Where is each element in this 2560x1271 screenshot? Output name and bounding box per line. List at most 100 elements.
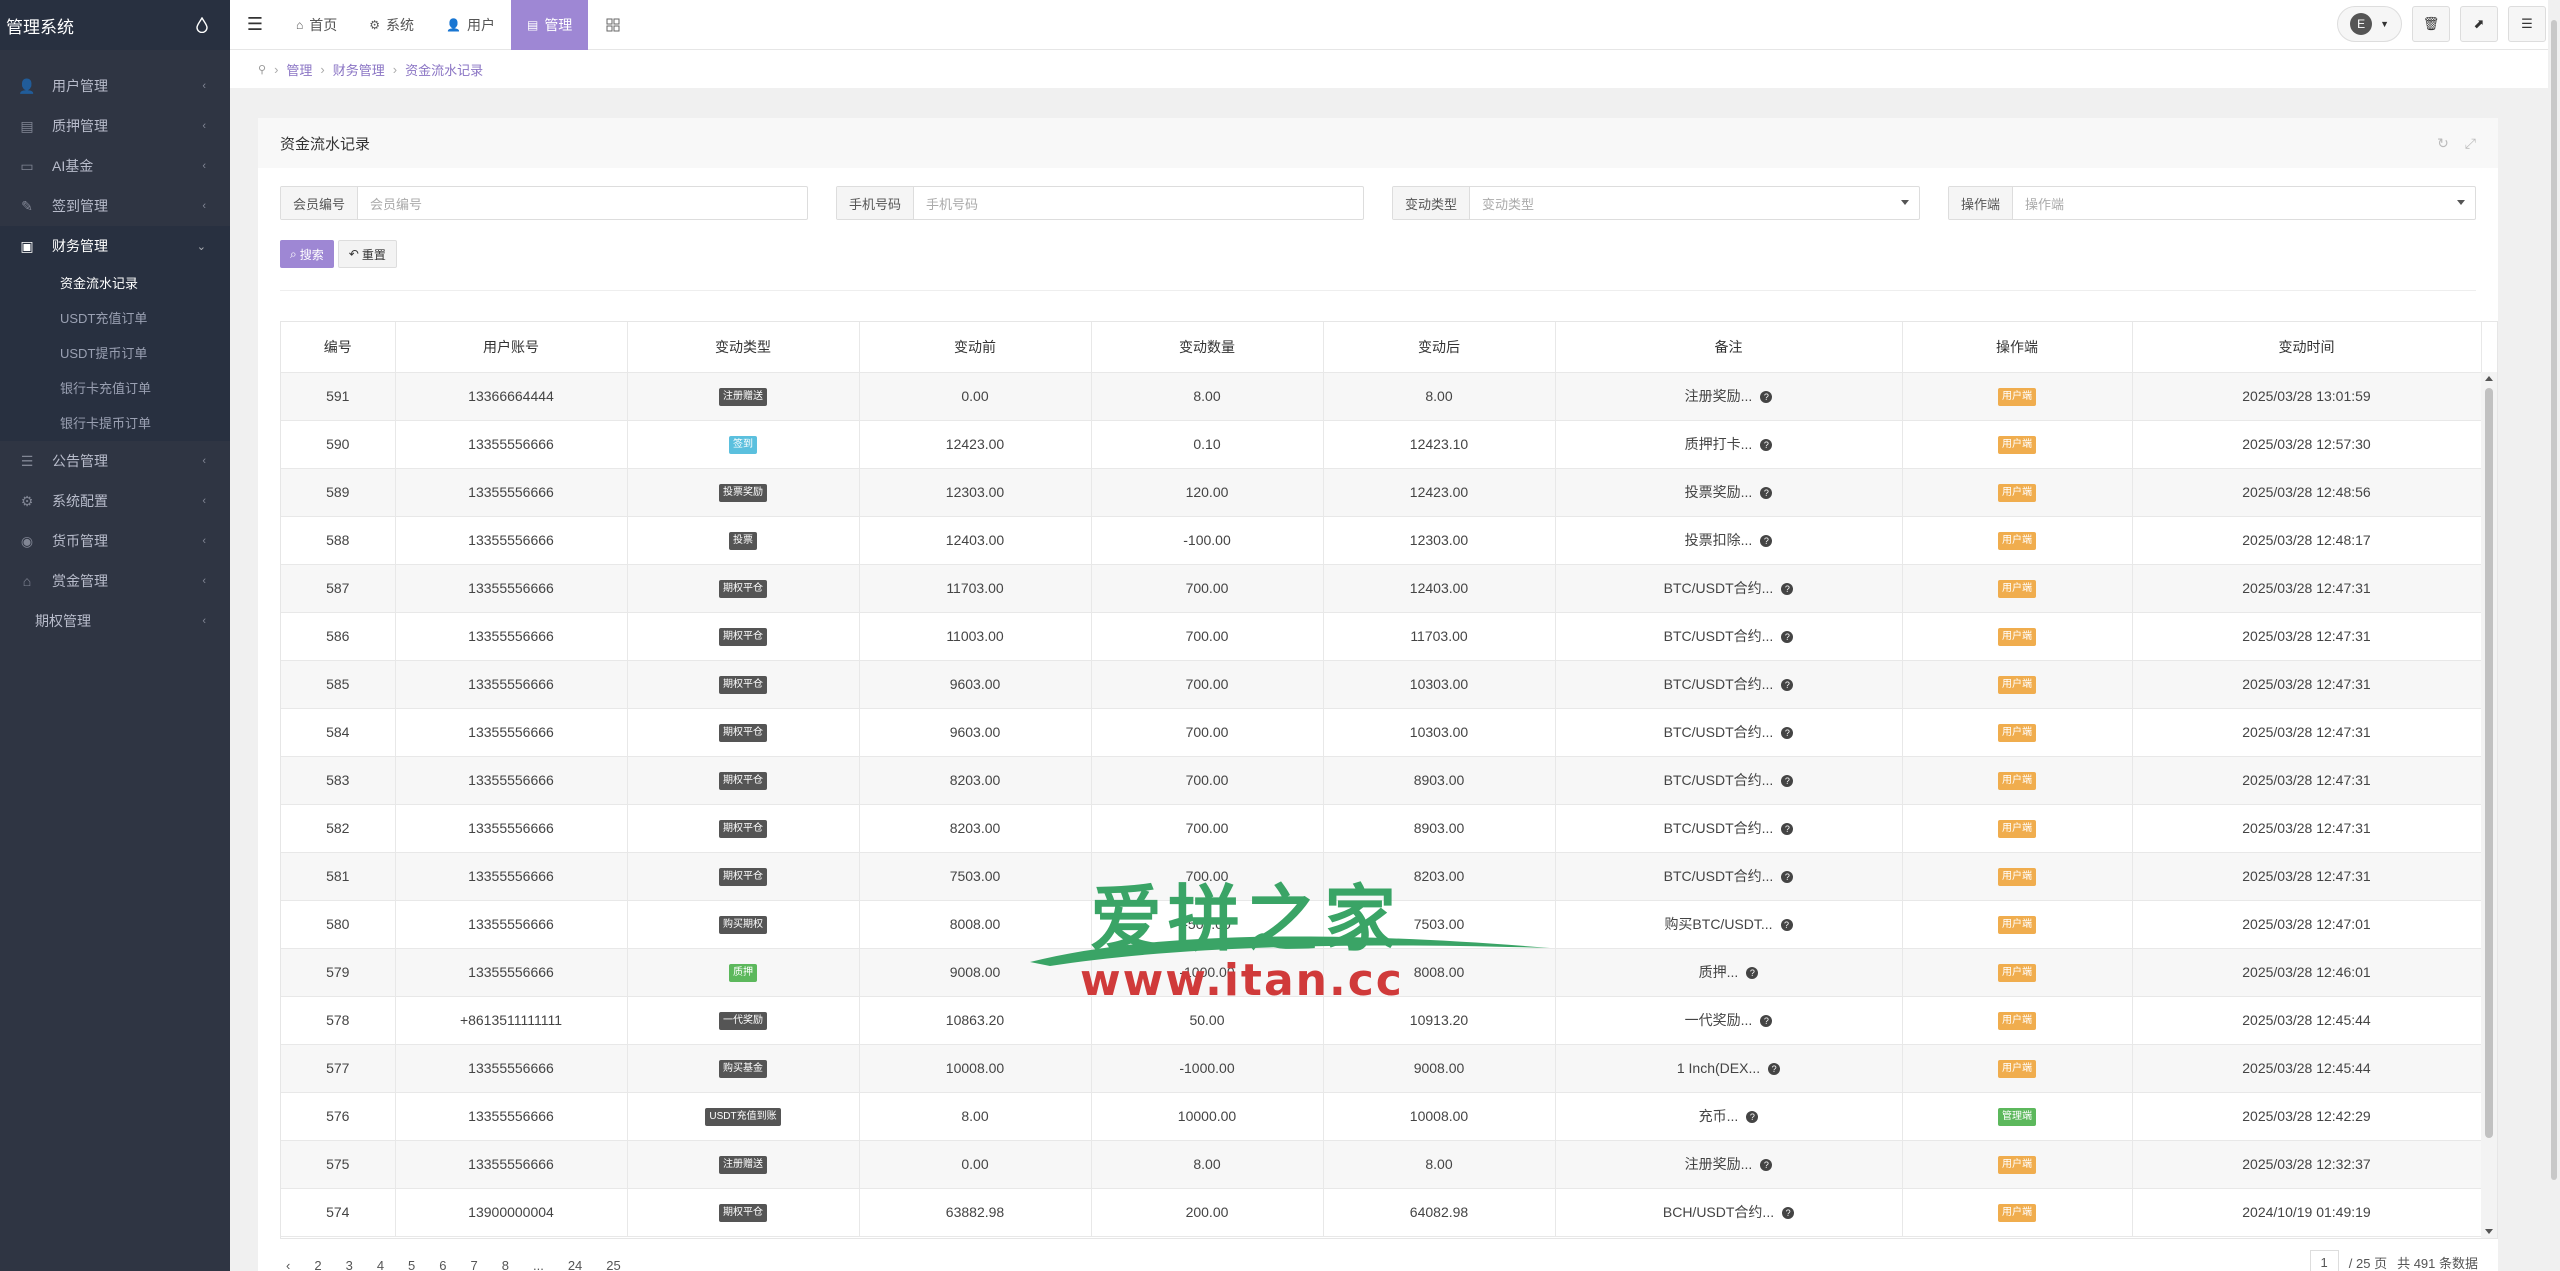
page-scrollbar[interactable] — [2548, 0, 2560, 1271]
search-icon: ⌕ — [290, 246, 297, 261]
page-link[interactable]: 25 — [600, 1254, 626, 1271]
question-circle-icon[interactable]: ? — [1746, 967, 1759, 980]
table-cell: 13355556666 — [395, 756, 628, 805]
page-link[interactable]: 24 — [562, 1254, 588, 1271]
sidebar-item-0[interactable]: 👤 用户管理 ‹ — [0, 66, 230, 106]
tab-1[interactable]: ⚙ 系统 — [353, 0, 430, 50]
external-link-icon[interactable]: ⬈ — [2460, 6, 2498, 42]
page-link[interactable]: 3 — [340, 1254, 359, 1271]
sidebar-subitem-0[interactable]: 资金流水记录 — [0, 266, 230, 301]
filter-select[interactable]: 变动类型 — [1470, 187, 1919, 219]
question-circle-icon[interactable]: ? — [1760, 1159, 1773, 1172]
question-circle-icon[interactable]: ? — [1760, 535, 1773, 548]
table-cell: 2025/03/28 12:47:31 — [2132, 660, 2482, 709]
sidebar-item-1[interactable]: ▤ 质押管理 ‹ — [0, 106, 230, 146]
question-circle-icon[interactable]: ? — [1782, 1207, 1795, 1220]
refresh-icon[interactable]: ↻ — [2437, 135, 2449, 152]
table-row[interactable]: 589 13355556666 投票奖励 12303.00 120.00 12423.00… — [281, 468, 2482, 517]
question-circle-icon[interactable]: ? — [1781, 679, 1794, 692]
drop-icon[interactable] — [194, 17, 210, 33]
table-row[interactable]: 578 +8613511111111 一代奖励 10863.20 50.00 10913.… — [281, 996, 2482, 1045]
breadcrumb-item-manage[interactable]: 管理 — [286, 60, 312, 79]
question-circle-icon[interactable]: ? — [1768, 1063, 1781, 1076]
tab-0[interactable]: ⌂ 首页 — [280, 0, 353, 50]
sidebar-subitem-1[interactable]: USDT充值订单 — [0, 301, 230, 336]
page-link[interactable]: 4 — [371, 1254, 390, 1271]
table-row[interactable]: 580 13355556666 购买期权 8008.00 -505.00 7503.00 购… — [281, 900, 2482, 949]
question-circle-icon[interactable]: ? — [1746, 1111, 1759, 1124]
table-row[interactable]: 575 13355556666 注册赠送 0.00 8.00 8.00 注册奖励...? 用户… — [281, 1140, 2482, 1189]
scroll-thumb[interactable] — [2485, 388, 2493, 1138]
table-scrollbar[interactable] — [2481, 372, 2497, 1238]
question-circle-icon[interactable]: ? — [1781, 823, 1794, 836]
table-row[interactable]: 584 13355556666 期权平仓 9603.00 700.00 10303.00 B… — [281, 708, 2482, 757]
tab-3[interactable]: ▤ 管理 — [510, 0, 589, 50]
scroll-up-arrow-icon[interactable] — [2485, 376, 2493, 381]
question-circle-icon[interactable]: ? — [1760, 1015, 1773, 1028]
breadcrumb-item-finance[interactable]: 财务管理 — [333, 60, 385, 79]
sidebar-item-5[interactable]: ☰ 公告管理 ‹ — [0, 441, 230, 481]
table-row[interactable]: 574 13900000004 期权平仓 63882.98 200.00 64082.98… — [281, 1188, 2482, 1237]
cell-text: 587 — [326, 580, 350, 596]
question-circle-icon[interactable]: ? — [1781, 727, 1794, 740]
question-circle-icon[interactable]: ? — [1781, 871, 1794, 884]
sidebar-subitem-4[interactable]: 银行卡提币订单 — [0, 406, 230, 441]
filter-select[interactable]: 操作端 — [2013, 187, 2475, 219]
sidebar-item-4[interactable]: ▣ 财务管理 ⌄ — [0, 226, 230, 266]
breadcrumb-item-current[interactable]: 资金流水记录 — [405, 60, 483, 79]
sidebar-subitem-3[interactable]: 银行卡充值订单 — [0, 371, 230, 406]
sidebar-item-6[interactable]: ⚙ 系统配置 ‹ — [0, 481, 230, 521]
sidebar-item-9[interactable]: 期权管理 ‹ — [0, 601, 230, 641]
page-jump-input[interactable]: 1 — [2309, 1250, 2339, 1271]
question-circle-icon[interactable]: ? — [1781, 583, 1794, 596]
page-link[interactable]: 8 — [496, 1254, 515, 1271]
table-row[interactable]: 581 13355556666 期权平仓 7503.00 700.00 8203.00 BT… — [281, 852, 2482, 901]
page-scroll-thumb[interactable] — [2551, 20, 2557, 1180]
sidebar-item-2[interactable]: ▭ AI基金 ‹ — [0, 146, 230, 186]
total-pages: / 25 页 — [2348, 1256, 2388, 1271]
tab-2[interactable]: 👤 用户 — [430, 0, 511, 50]
fullscreen-icon[interactable]: ⤢ — [2465, 135, 2476, 152]
table-cell: 8203.00 — [859, 756, 1092, 805]
table-row[interactable]: 583 13355556666 期权平仓 8203.00 700.00 8903.00 BT… — [281, 756, 2482, 805]
table-row[interactable]: 590 13355556666 签到 12423.00 0.10 12423.10 质押打卡… — [281, 420, 2482, 469]
scroll-down-arrow-icon[interactable] — [2485, 1229, 2493, 1234]
sidebar-subitem-2[interactable]: USDT提币订单 — [0, 336, 230, 371]
page-link[interactable]: 6 — [433, 1254, 452, 1271]
page-link[interactable]: 5 — [402, 1254, 421, 1271]
menu-toggle-icon[interactable]: ☰ — [230, 0, 280, 50]
cell-text: 13355556666 — [468, 772, 554, 788]
cell-text: 577 — [326, 1060, 350, 1076]
page-link[interactable]: ... — [527, 1254, 550, 1271]
table-row[interactable]: 586 13355556666 期权平仓 11003.00 700.00 11703.00… — [281, 612, 2482, 661]
trash-icon[interactable]: 🗑 — [2412, 6, 2450, 42]
question-circle-icon[interactable]: ? — [1760, 391, 1773, 404]
filter-input[interactable]: 会员编号 — [358, 187, 807, 219]
question-circle-icon[interactable]: ? — [1781, 775, 1794, 788]
table-row[interactable]: 582 13355556666 期权平仓 8203.00 700.00 8903.00 BT… — [281, 804, 2482, 853]
question-circle-icon[interactable]: ? — [1760, 487, 1773, 500]
user-menu-button[interactable]: E ▼ — [2337, 6, 2402, 42]
page-link[interactable]: 7 — [465, 1254, 484, 1271]
prev-page-icon[interactable]: ‹ — [280, 1254, 296, 1271]
reset-button[interactable]: ↶ 重置 — [337, 240, 397, 268]
table-row[interactable]: 577 13355556666 购买基金 10008.00 -1000.00 9008.0… — [281, 1044, 2482, 1093]
filter-input[interactable]: 手机号码 — [914, 187, 1363, 219]
question-circle-icon[interactable]: ? — [1760, 439, 1773, 452]
question-circle-icon[interactable]: ? — [1781, 631, 1794, 644]
search-button[interactable]: ⌕ 搜索 — [280, 240, 334, 268]
list-icon[interactable]: ☰ — [2508, 6, 2546, 42]
table-row[interactable]: 585 13355556666 期权平仓 9603.00 700.00 10303.00 B… — [281, 660, 2482, 709]
grid-icon[interactable] — [588, 0, 638, 50]
table-row[interactable]: 579 13355556666 质押 9008.00 -1000.00 8008.00 质押… — [281, 948, 2482, 997]
caret-down-icon — [1901, 200, 1909, 205]
table-row[interactable]: 587 13355556666 期权平仓 11703.00 700.00 12403.00… — [281, 564, 2482, 613]
question-circle-icon[interactable]: ? — [1780, 919, 1793, 932]
table-row[interactable]: 576 13355556666 USDT充值到账 8.00 10000.00 10008.… — [281, 1092, 2482, 1141]
table-row[interactable]: 591 13366664444 注册赠送 0.00 8.00 8.00 注册奖励...? 用户… — [281, 372, 2482, 421]
table-row[interactable]: 588 13355556666 投票 12403.00 -100.00 12303.00 投… — [281, 516, 2482, 565]
sidebar-item-8[interactable]: ⌂ 赏金管理 ‹ — [0, 561, 230, 601]
page-link[interactable]: 2 — [308, 1254, 327, 1271]
sidebar-item-7[interactable]: ◉ 货币管理 ‹ — [0, 521, 230, 561]
sidebar-item-3[interactable]: ✎ 签到管理 ‹ — [0, 186, 230, 226]
